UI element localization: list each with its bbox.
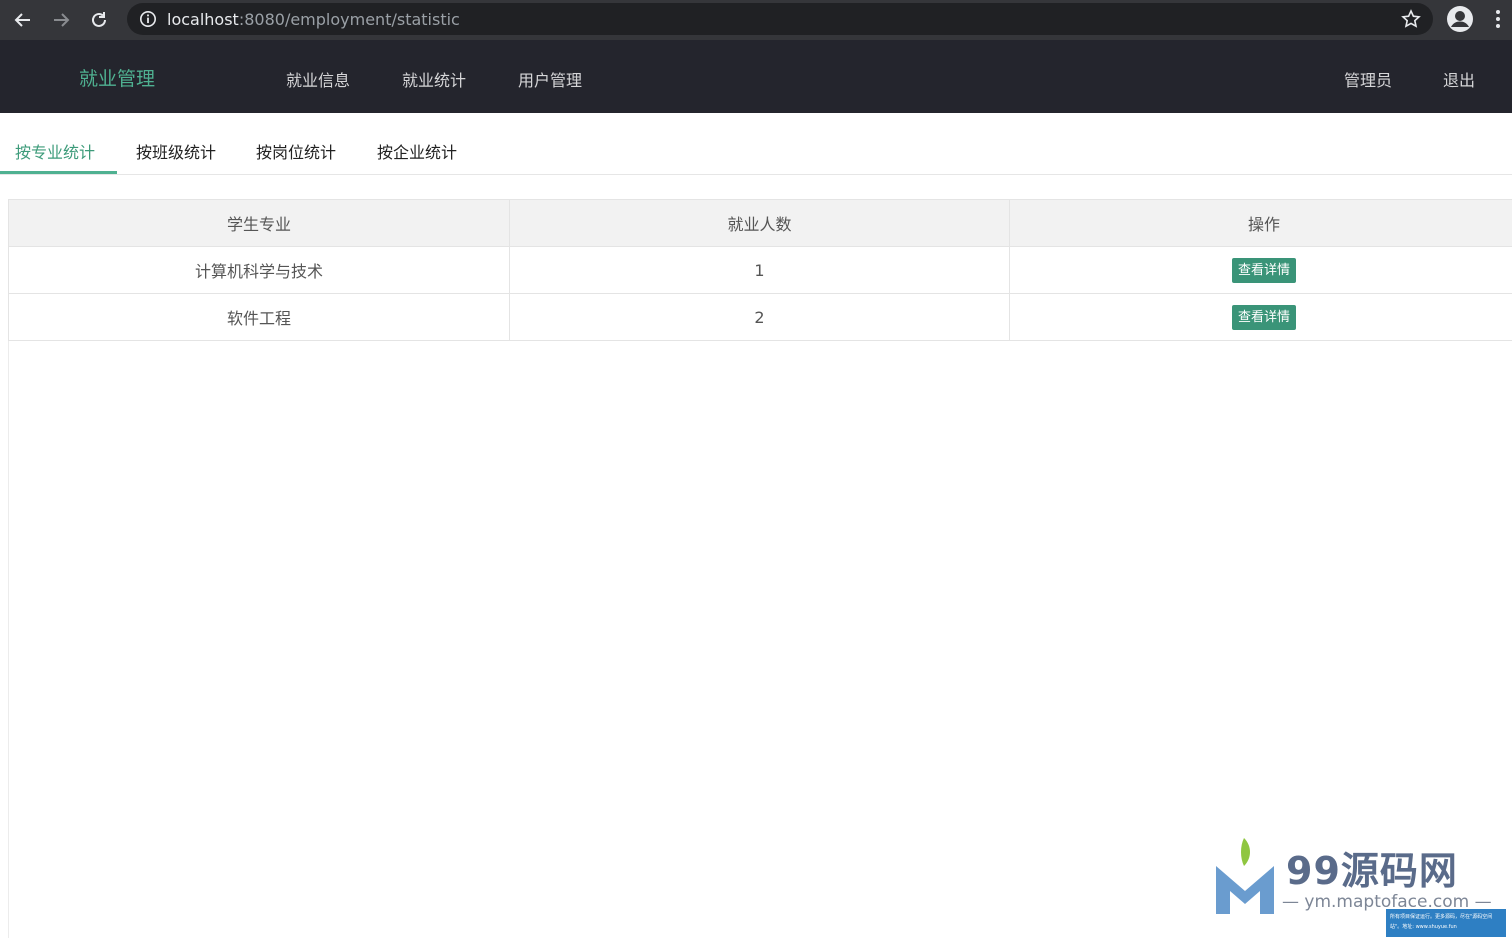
- stats-table-container: 学生专业 就业人数 操作 计算机科学与技术 1 查看详情 软件工程 2 查看详情: [8, 199, 1512, 341]
- arrow-left-icon: [14, 13, 30, 27]
- forward-button[interactable]: [42, 2, 80, 38]
- watermark: 99源码网 — ym.maptoface.com — 所有项目保证运行。更多源码…: [1210, 830, 1510, 938]
- tab-by-position[interactable]: 按岗位统计: [256, 139, 336, 163]
- tab-by-class[interactable]: 按班级统计: [136, 139, 216, 163]
- bookmark-star-icon[interactable]: [1401, 9, 1421, 29]
- reload-icon: [92, 12, 106, 27]
- browser-toolbar: localhost:8080/employment/statistic: [0, 0, 1512, 40]
- table-header-row: 学生专业 就业人数 操作: [8, 199, 1512, 247]
- more-menu-icon[interactable]: [1488, 8, 1508, 30]
- content-left-border: [8, 341, 9, 938]
- stats-table: 学生专业 就业人数 操作 计算机科学与技术 1 查看详情 软件工程 2 查看详情: [8, 199, 1512, 341]
- nav-employment-info[interactable]: 就业信息: [286, 67, 350, 91]
- stat-tabs: 按专业统计 按班级统计 按岗位统计 按企业统计: [0, 113, 1512, 175]
- app-header: 就业管理 就业信息 就业统计 用户管理 管理员 退出: [0, 40, 1512, 113]
- header-major: 学生专业: [8, 199, 510, 247]
- brand-title[interactable]: 就业管理: [79, 64, 155, 91]
- cell-count: 2: [509, 293, 1010, 341]
- cell-major: 计算机科学与技术: [8, 246, 510, 294]
- arrow-right-icon: [54, 13, 70, 27]
- view-details-button[interactable]: 查看详情: [1231, 257, 1296, 283]
- watermark-logo-icon: [1216, 838, 1274, 914]
- reload-button[interactable]: [80, 2, 118, 38]
- header-count: 就业人数: [509, 199, 1010, 247]
- tab-by-major[interactable]: 按专业统计: [15, 139, 95, 163]
- nav-employment-stats[interactable]: 就业统计: [402, 67, 466, 91]
- url-host: localhost: [167, 9, 239, 29]
- watermark-title: 99源码网: [1286, 849, 1458, 893]
- back-button[interactable]: [4, 2, 42, 38]
- active-tab-indicator: [0, 171, 117, 174]
- url-path: :8080/employment/statistic: [238, 9, 460, 29]
- header-action: 操作: [1009, 199, 1512, 247]
- table-row: 软件工程 2 查看详情: [8, 293, 1512, 341]
- tab-by-company[interactable]: 按企业统计: [377, 139, 457, 163]
- address-bar[interactable]: localhost:8080/employment/statistic: [127, 3, 1433, 35]
- logout-link[interactable]: 退出: [1443, 67, 1475, 91]
- info-icon: [139, 10, 157, 28]
- cell-action: 查看详情: [1009, 293, 1512, 341]
- cell-count: 1: [509, 246, 1010, 294]
- nav-user-management[interactable]: 用户管理: [518, 67, 582, 91]
- profile-icon[interactable]: [1446, 5, 1474, 33]
- cell-major: 软件工程: [8, 293, 510, 341]
- user-menu[interactable]: 管理员: [1344, 67, 1392, 91]
- watermark-note: 所有项目保证运行。更多源码，尽在"源码空间站"。地址: www.shuyue.f…: [1386, 909, 1506, 937]
- view-details-button[interactable]: 查看详情: [1231, 304, 1296, 330]
- cell-action: 查看详情: [1009, 246, 1512, 294]
- table-row: 计算机科学与技术 1 查看详情: [8, 246, 1512, 294]
